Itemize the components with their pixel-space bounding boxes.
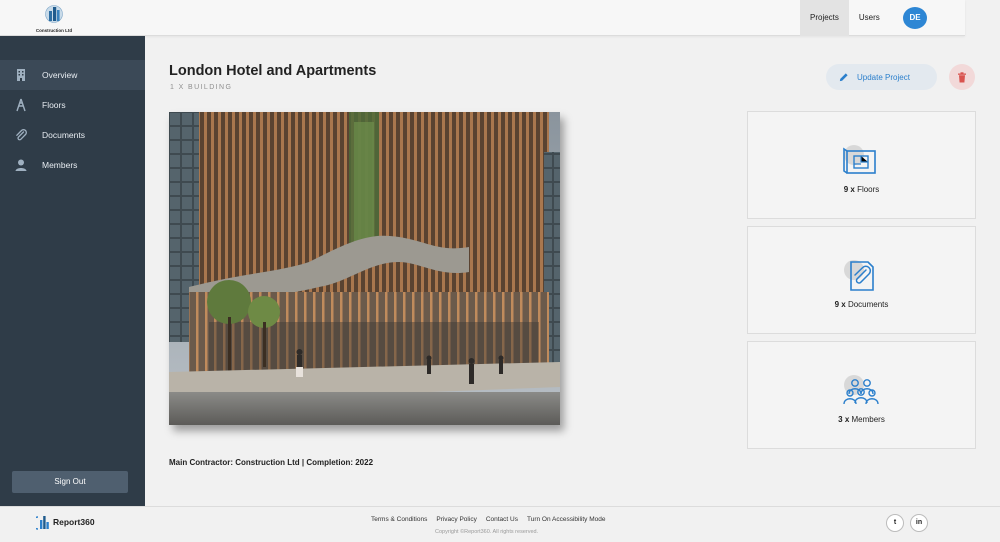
person-icon <box>15 159 27 171</box>
footer-links: Terms & Conditions Privacy Policy Contac… <box>371 516 615 523</box>
building-logo-icon <box>45 5 63 23</box>
building-render-illustration <box>169 112 560 425</box>
sidebar-item-label: Overview <box>42 70 78 80</box>
floors-card[interactable]: 9 x Floors <box>747 111 976 219</box>
terms-link[interactable]: Terms & Conditions <box>371 516 427 523</box>
floors-count: 9 x Floors <box>843 185 880 194</box>
paperclip-icon <box>844 260 874 291</box>
sidebar-item-label: Members <box>42 160 78 170</box>
documents-count: 9 x Documents <box>834 300 889 309</box>
contact-link[interactable]: Contact Us <box>486 516 518 523</box>
top-bar: Construction Ltd Projects Users DE <box>0 0 965 36</box>
pencil-icon <box>839 72 848 81</box>
report360-logo-icon <box>36 516 49 530</box>
user-avatar[interactable]: DE <box>903 7 927 29</box>
paperclip-icon <box>16 129 27 141</box>
nav-projects[interactable]: Projects <box>800 0 849 36</box>
update-project-button[interactable]: Update Project <box>826 64 937 90</box>
page-title: London Hotel and Apartments <box>169 63 377 79</box>
company-logo[interactable]: Construction Ltd <box>34 5 74 33</box>
floors-icon <box>16 98 26 112</box>
privacy-link[interactable]: Privacy Policy <box>436 516 476 523</box>
project-image <box>169 112 560 425</box>
sidebar-item-label: Documents <box>42 130 85 140</box>
contractor-info: Main Contractor: Construction Ltd | Comp… <box>169 458 374 467</box>
logo-text: Construction Ltd <box>35 28 73 33</box>
twitter-icon[interactable]: t <box>886 514 904 532</box>
update-project-label: Update Project <box>857 72 910 82</box>
members-count: 3 x Members <box>838 415 885 424</box>
sidebar-item-floors[interactable]: Floors <box>0 90 145 120</box>
members-card[interactable]: 3 x Members <box>747 341 976 449</box>
group-icon <box>843 375 879 405</box>
top-nav: Projects Users <box>800 0 890 36</box>
sidebar: Overview Floors Documents Members Sign O… <box>0 36 145 506</box>
footer-divider <box>0 506 1000 507</box>
nav-users[interactable]: Users <box>849 0 890 36</box>
building-icon <box>17 69 25 81</box>
sidebar-item-documents[interactable]: Documents <box>0 120 145 150</box>
floorplan-icon <box>843 145 876 174</box>
sidebar-item-label: Floors <box>42 100 66 110</box>
page-subtitle: 1 X BUILDING <box>170 84 233 91</box>
trash-icon <box>958 71 966 82</box>
linkedin-icon[interactable]: in <box>910 514 928 532</box>
documents-card[interactable]: 9 x Documents <box>747 226 976 334</box>
footer-brand-text: Report360 <box>53 517 95 527</box>
sidebar-item-overview[interactable]: Overview <box>0 60 145 90</box>
delete-project-button[interactable] <box>949 64 975 90</box>
sign-out-button[interactable]: Sign Out <box>12 471 128 493</box>
copyright-text: Copyright ©Report360. All rights reserve… <box>435 529 539 535</box>
footer-brand[interactable]: Report360 <box>36 514 95 530</box>
accessibility-link[interactable]: Turn On Accessibility Mode <box>527 516 606 523</box>
sidebar-item-members[interactable]: Members <box>0 150 145 180</box>
